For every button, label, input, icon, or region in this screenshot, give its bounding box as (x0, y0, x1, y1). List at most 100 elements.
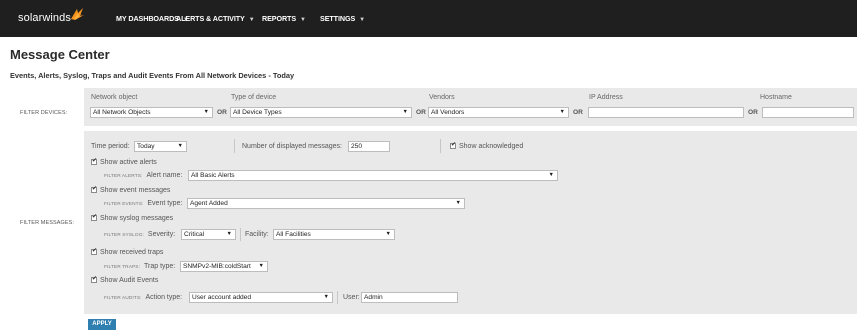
checkbox-label: Show acknowledged (459, 143, 524, 150)
checkbox[interactable] (91, 247, 97, 256)
checkbox[interactable] (91, 157, 97, 166)
time-period-label: Time period: (91, 143, 130, 150)
chevron-down-icon: ▼ (300, 17, 306, 23)
user-label: User: (343, 294, 360, 301)
divider (234, 139, 235, 153)
or-label: OR (748, 109, 758, 116)
events-filter-row: FILTER EVENTS: Event type: (104, 200, 182, 207)
flame-logo-icon (71, 8, 84, 20)
severity-select[interactable]: Critical ▼ (181, 229, 236, 240)
event-type-label: Event type: (147, 200, 183, 207)
nav-alerts-activity[interactable]: ALERTS & ACTIVITY ▼ (176, 14, 255, 23)
solarwinds-logo[interactable]: solarwinds (18, 12, 71, 24)
select-value: All Device Types (233, 109, 282, 116)
device-type-label: Type of device (231, 94, 277, 101)
nav-label: SETTINGS (320, 14, 356, 23)
page-title: Message Center (10, 47, 110, 62)
facility-select[interactable]: All Facilities ▼ (273, 229, 395, 240)
select-value: All Network Objects (93, 109, 151, 116)
show-active-alerts-toggle[interactable]: Show active alerts (91, 157, 157, 166)
nav-label: REPORTS (262, 14, 297, 23)
filter-devices-panel: Network object All Network Objects ▼ OR T… (84, 88, 857, 126)
show-received-traps-toggle[interactable]: Show received traps (91, 247, 164, 256)
chevron-down-icon: ▼ (359, 17, 365, 23)
syslog-filter-row: FILTER SYSLOG: Severity: (104, 231, 175, 238)
num-messages-input[interactable]: 250 (348, 141, 390, 152)
alerts-filter-row: FILTER ALERTS: Alert name: (104, 172, 182, 179)
dropdown-arrow-icon: ▼ (203, 109, 209, 115)
action-type-label: Action type: (145, 294, 183, 301)
checkbox[interactable] (450, 141, 456, 150)
ip-address-label: IP Address (589, 94, 623, 101)
show-audit-events-toggle[interactable]: Show Audit Events (91, 275, 159, 284)
show-acknowledged-toggle[interactable]: Show acknowledged (450, 141, 524, 150)
select-value: All Facilities (276, 231, 311, 238)
facility-label: Facility: (245, 231, 269, 238)
checkbox[interactable] (91, 275, 97, 284)
divider (440, 139, 441, 153)
divider (240, 228, 241, 241)
nav-reports[interactable]: REPORTS ▼ (262, 14, 306, 23)
trap-type-label: Trap type: (144, 263, 176, 270)
severity-label: Severity: (147, 231, 176, 238)
select-value: Critical (184, 231, 205, 238)
filter-tag: FILTER SYSLOG: (104, 233, 144, 238)
nav-settings[interactable]: SETTINGS ▼ (320, 14, 365, 23)
event-type-select[interactable]: Agent Added ▼ (187, 198, 465, 209)
alert-name-label: Alert name: (146, 172, 183, 179)
user-input[interactable]: Admin (361, 292, 458, 303)
page-subtitle: Events, Alerts, Syslog, Traps and Audit … (10, 71, 295, 80)
audits-filter-row: FILTER AUDITS: Action type: (104, 294, 182, 301)
filter-messages-panel: Time period: Today ▼ Number of displayed … (84, 131, 857, 314)
select-value: User account added (192, 294, 252, 301)
apply-button[interactable]: APPLY (88, 319, 116, 330)
checkbox[interactable] (91, 213, 97, 222)
checkbox-label: Show received traps (100, 249, 164, 256)
device-type-select[interactable]: All Device Types ▼ (230, 107, 412, 118)
dropdown-arrow-icon: ▼ (177, 143, 183, 149)
checkbox-label: Show active alerts (100, 159, 157, 166)
nav-label: MY DASHBOARDS (116, 14, 179, 23)
num-messages-label: Number of displayed messages: (242, 143, 342, 150)
filter-tag: FILTER ALERTS: (104, 174, 143, 179)
show-event-messages-toggle[interactable]: Show event messages (91, 185, 171, 194)
or-label: OR (416, 109, 426, 116)
show-syslog-messages-toggle[interactable]: Show syslog messages (91, 213, 174, 222)
select-value: All Basic Alerts (191, 172, 235, 179)
or-label: OR (217, 109, 227, 116)
checkbox-label: Show syslog messages (100, 215, 174, 222)
or-label: OR (573, 109, 583, 116)
dropdown-arrow-icon: ▼ (258, 263, 264, 269)
filter-devices-label: FILTER DEVICES: (20, 110, 68, 116)
filter-tag: FILTER AUDITS: (104, 296, 142, 301)
dropdown-arrow-icon: ▼ (559, 109, 565, 115)
vendors-select[interactable]: All Vendors ▼ (428, 107, 569, 118)
trap-type-select[interactable]: SNMPv2-MIB:coldStart ▼ (180, 261, 268, 272)
select-value: SNMPv2-MIB:coldStart (183, 263, 251, 270)
hostname-input[interactable] (762, 107, 854, 118)
network-object-select[interactable]: All Network Objects ▼ (90, 107, 213, 118)
traps-filter-row: FILTER TRAPS: Trap type: (104, 263, 175, 270)
time-period-select[interactable]: Today ▼ (134, 141, 187, 152)
top-navigation-bar: solarwinds MY DASHBOARDS ▼ ALERTS & ACTIV… (0, 0, 857, 37)
dropdown-arrow-icon: ▼ (385, 231, 391, 237)
select-value: Agent Added (190, 200, 228, 207)
dropdown-arrow-icon: ▼ (323, 294, 329, 300)
dropdown-arrow-icon: ▼ (548, 172, 554, 178)
action-type-select[interactable]: User account added ▼ (189, 292, 333, 303)
chevron-down-icon: ▼ (248, 17, 255, 23)
hostname-label: Hostname (760, 94, 792, 101)
dropdown-arrow-icon: ▼ (455, 200, 461, 206)
checkbox-label: Show event messages (100, 187, 171, 194)
divider (337, 291, 338, 304)
select-value: Today (137, 143, 155, 150)
alert-name-select[interactable]: All Basic Alerts ▼ (188, 170, 558, 181)
dropdown-arrow-icon: ▼ (402, 109, 408, 115)
network-object-label: Network object (91, 94, 138, 101)
dropdown-arrow-icon: ▼ (226, 231, 232, 237)
checkbox[interactable] (91, 185, 97, 194)
filter-tag: FILTER EVENTS: (104, 202, 144, 207)
ip-address-input[interactable] (588, 107, 744, 118)
filter-tag: FILTER TRAPS: (104, 265, 141, 270)
checkbox-label: Show Audit Events (100, 277, 159, 284)
